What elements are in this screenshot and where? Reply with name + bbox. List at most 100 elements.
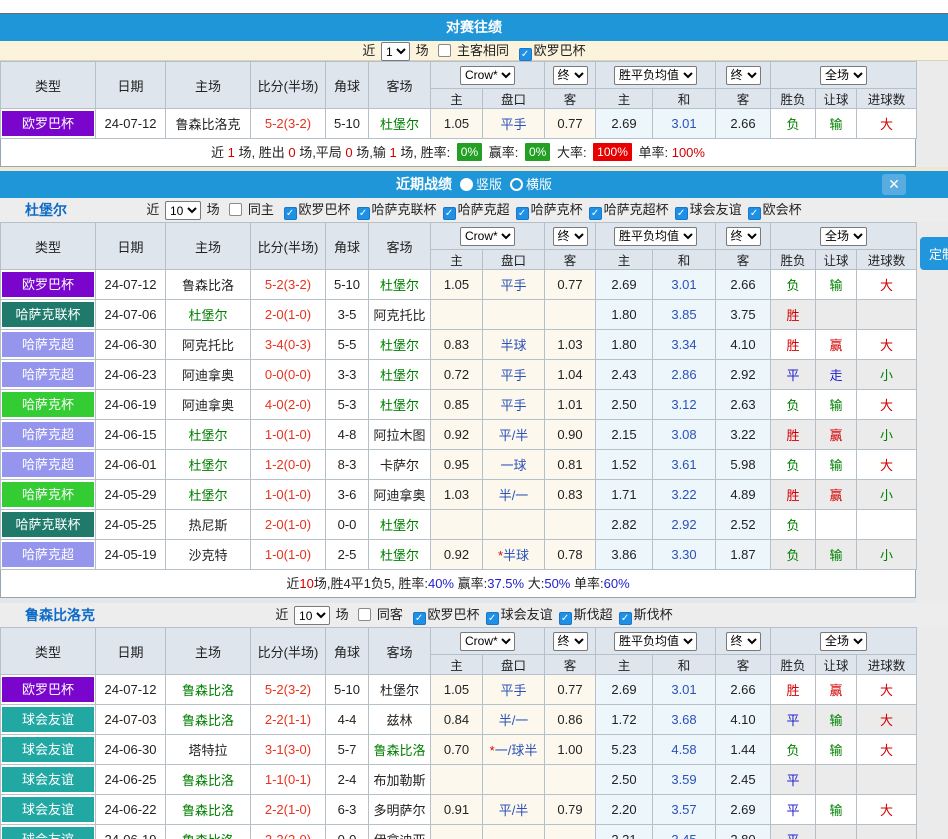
cell-corners: 4-4 [326, 705, 369, 735]
league-badge: 哈萨克超 [2, 422, 94, 447]
wdl-avg-select[interactable]: 胜平负均值 [614, 227, 697, 246]
league-badge: 哈萨克超 [2, 542, 94, 567]
final2-select[interactable]: 终 [726, 66, 761, 85]
cell-score: 2-0(1-0) [251, 510, 326, 540]
scope-select[interactable]: 全场 [820, 632, 867, 651]
cell-odds-away: 5.98 [716, 450, 771, 480]
cell-score: 2-2(2-0) [251, 825, 326, 839]
league-checkbox[interactable]: ✓ [516, 207, 529, 220]
league-checkbox[interactable]: ✓ [357, 207, 370, 220]
stat-text: 场,输 [353, 145, 390, 160]
cell-score: 3-1(3-0) [251, 735, 326, 765]
cell-date: 24-06-01 [96, 450, 166, 480]
sub-header-ah-home: 主 [431, 89, 483, 109]
vertical-layout-radio[interactable] [460, 178, 473, 191]
cell-odds-draw: 3.45 [653, 825, 716, 839]
same-away-checkbox[interactable] [358, 608, 371, 621]
sub-header-result-goals: 进球数 [857, 655, 917, 675]
same-home-checkbox[interactable] [229, 203, 242, 216]
cell-odds-away: 3.22 [716, 420, 771, 450]
sub-header-result-goals: 进球数 [857, 89, 917, 109]
final-select[interactable]: 终 [553, 632, 588, 651]
stat-text: 50% [544, 576, 570, 591]
league-checkbox[interactable]: ✓ [589, 207, 602, 220]
final-select[interactable]: 终 [553, 227, 588, 246]
league-checkbox[interactable]: ✓ [519, 48, 532, 61]
final2-select[interactable]: 终 [726, 632, 761, 651]
wdl-avg-select-cell: 胜平负均值 [596, 62, 716, 89]
match-row: 哈萨克联杯24-07-06杜堡尔2-0(1-0)3-5阿克托比1.803.853… [1, 300, 917, 330]
cell-result-handicap [816, 765, 857, 795]
match-row: 哈萨克超24-06-30阿克托比3-4(0-3)5-5杜堡尔0.83半球1.03… [1, 330, 917, 360]
league-checkbox[interactable]: ✓ [413, 612, 426, 625]
cell-score: 1-0(1-0) [251, 420, 326, 450]
cell-home-team: 塔特拉 [166, 735, 251, 765]
league-badge: 欧罗巴杯 [2, 111, 94, 136]
sub-header-ah-away: 客 [545, 655, 596, 675]
scope-select[interactable]: 全场 [820, 227, 867, 246]
stat-text: 1 [390, 145, 397, 160]
same-venue-checkbox[interactable] [438, 44, 451, 57]
cell-home-team: 鲁森比洛 [166, 795, 251, 825]
league-checkbox[interactable]: ✓ [443, 207, 456, 220]
league-checkbox[interactable]: ✓ [619, 612, 632, 625]
cell-result-handicap [816, 300, 857, 330]
final2-select[interactable]: 终 [726, 227, 761, 246]
stat-text: 近 [286, 576, 299, 591]
stat-text: 1 [228, 145, 235, 160]
cell-league: 球会友谊 [1, 765, 96, 795]
bookmaker-select-cell: Crow* [431, 628, 545, 655]
wdl-avg-select[interactable]: 胜平负均值 [614, 632, 697, 651]
bookmaker-select[interactable]: Crow* [460, 632, 515, 651]
cell-result-goals: 大 [857, 330, 917, 360]
league-checkbox[interactable]: ✓ [675, 207, 688, 220]
cell-result-wdl: 平 [771, 825, 816, 839]
cell-result-goals: 小 [857, 540, 917, 570]
sub-header-result-handicap: 让球 [816, 89, 857, 109]
league-badge: 哈萨克杯 [2, 392, 94, 417]
customize-tab[interactable]: 定制 [920, 237, 948, 270]
cell-result-goals: 大 [857, 735, 917, 765]
cell-result-handicap [816, 825, 857, 839]
cell-odds-draw: 2.86 [653, 360, 716, 390]
sub-header-odds-away: 客 [716, 655, 771, 675]
team2-filter-row: 鲁森比洛克 近 10 场 同客 ✓欧罗巴杯✓球会友谊✓斯伐超✓斯伐杯 [0, 603, 948, 627]
cell-league: 哈萨克超 [1, 360, 96, 390]
cell-odds-home: 2.21 [596, 825, 653, 839]
match-row: 球会友谊24-06-19鲁森比洛2-2(2-0)0-0伊拿迪亚2.213.452… [1, 825, 917, 839]
team2-count-select[interactable]: 10 [294, 606, 330, 625]
cell-corners: 6-3 [326, 795, 369, 825]
team1-count-select[interactable]: 10 [165, 201, 201, 220]
league-checkbox[interactable]: ✓ [559, 612, 572, 625]
league-badge: 哈萨克联杯 [2, 512, 94, 537]
cell-odds-home: 2.20 [596, 795, 653, 825]
cell-away-team: 阿拉木图 [369, 420, 431, 450]
bookmaker-select[interactable]: Crow* [460, 227, 515, 246]
league-checkbox[interactable]: ✓ [486, 612, 499, 625]
cell-home-team: 鲁森比洛克 [166, 109, 251, 139]
cell-odds-away: 2.63 [716, 390, 771, 420]
sub-header-odds-draw: 和 [653, 655, 716, 675]
cell-result-handicap: 输 [816, 450, 857, 480]
close-icon[interactable]: ✕ [882, 174, 906, 195]
scope-select[interactable]: 全场 [820, 66, 867, 85]
cell-score: 2-0(1-0) [251, 300, 326, 330]
cell-score: 1-0(1-0) [251, 480, 326, 510]
cell-ah-line: 平手 [483, 360, 545, 390]
h2h-count-select[interactable]: 1 [381, 42, 410, 61]
horizontal-layout-radio[interactable] [510, 178, 523, 191]
stat-text: 0 [288, 145, 295, 160]
wdl-avg-select[interactable]: 胜平负均值 [614, 66, 697, 85]
cell-result-wdl: 负 [771, 109, 816, 139]
wdl-avg-select-cell: 胜平负均值 [596, 223, 716, 250]
bookmaker-select[interactable]: Crow* [460, 66, 515, 85]
team1-recent-table: 类型 日期 主场 比分(半场) 角球 客场 Crow* 终 胜平负均值 终 全场… [0, 222, 917, 570]
league-checkbox[interactable]: ✓ [284, 207, 297, 220]
league-checkbox[interactable]: ✓ [748, 207, 761, 220]
final-select[interactable]: 终 [553, 66, 588, 85]
cell-away-team: 多明萨尔 [369, 795, 431, 825]
cell-league: 哈萨克杯 [1, 390, 96, 420]
cell-result-handicap [816, 510, 857, 540]
cell-date: 24-06-30 [96, 330, 166, 360]
cell-league: 欧罗巴杯 [1, 109, 96, 139]
